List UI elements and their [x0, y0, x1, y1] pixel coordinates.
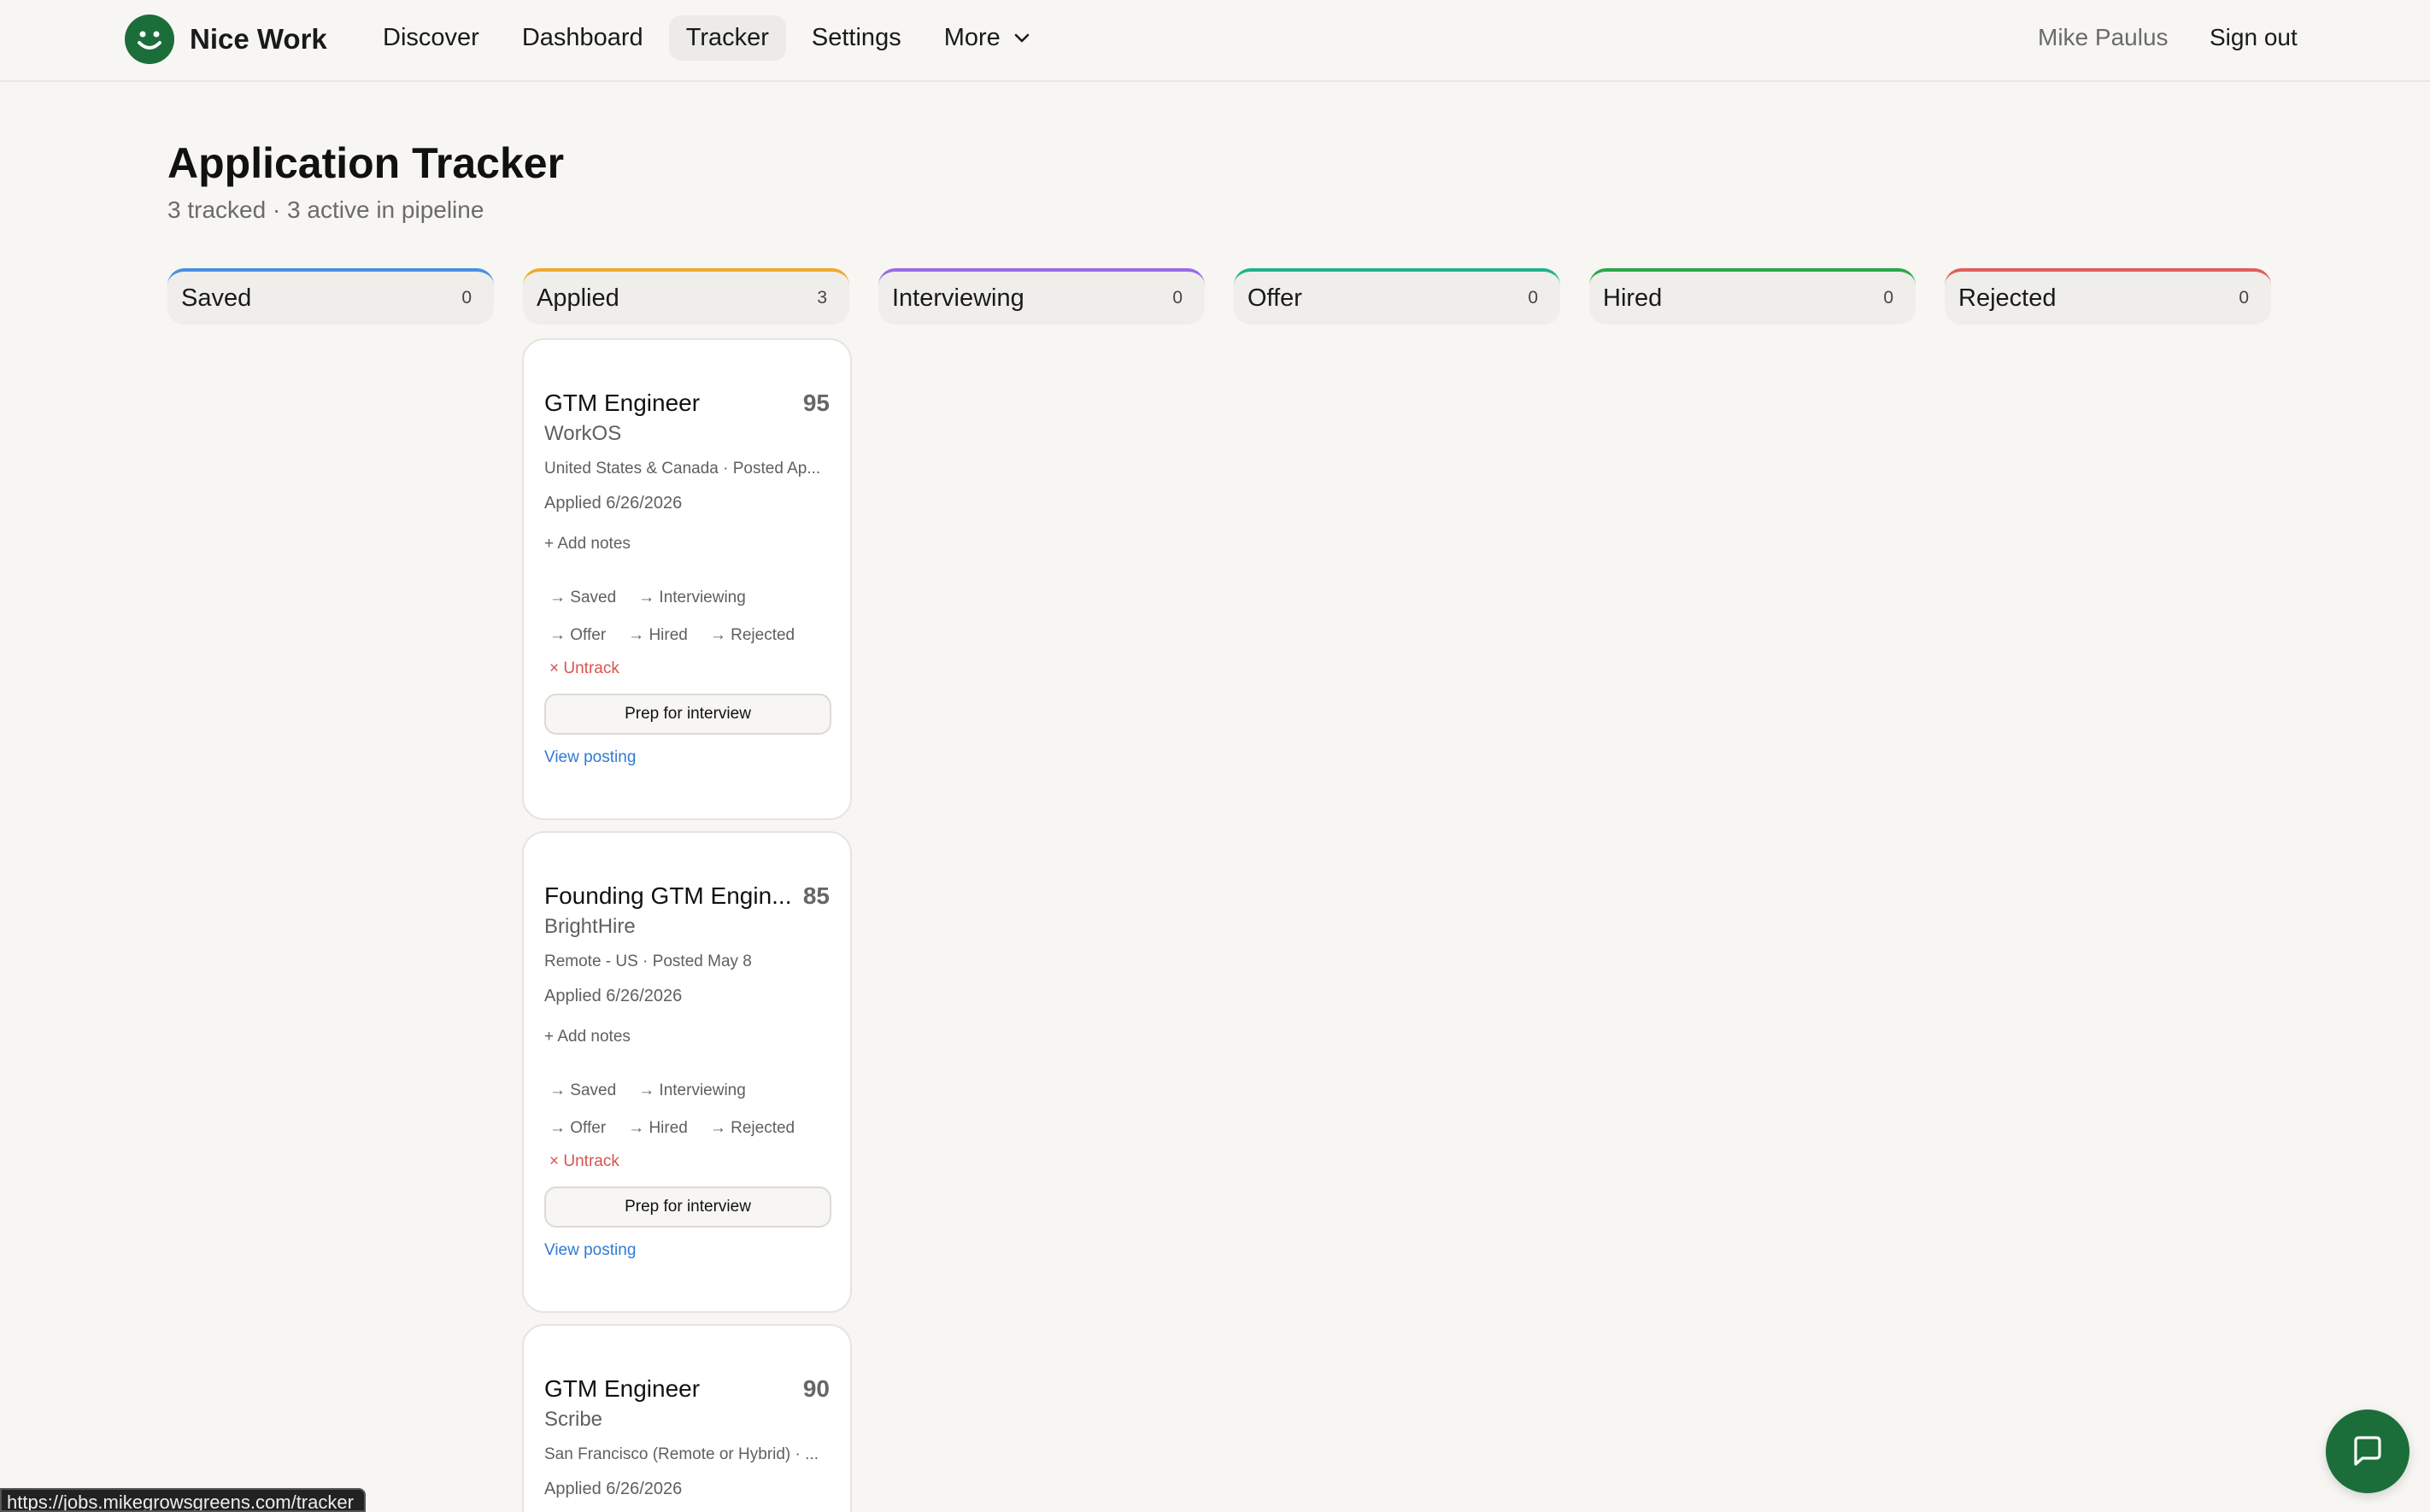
nav-dashboard[interactable]: Dashboard	[505, 15, 660, 61]
nav-tracker[interactable]: Tracker	[668, 15, 786, 61]
user-name: Mike Paulus	[2038, 24, 2169, 50]
column-count: 0	[1528, 288, 1538, 308]
top-navbar: Nice Work Discover Dashboard Tracker Set…	[0, 0, 2430, 82]
move-to-offer[interactable]: → Offer	[549, 1119, 606, 1138]
chevron-down-icon	[1014, 33, 1030, 43]
match-score: 90	[802, 1375, 830, 1402]
move-to-hired[interactable]: → Hired	[628, 1119, 688, 1138]
status-bar-url: https://jobs.mikegrowsgreens.com/tracker	[0, 1488, 366, 1512]
applied-date: Applied 6/26/2026	[544, 494, 683, 513]
move-to-saved[interactable]: → Saved	[549, 589, 616, 607]
column-applied: Applied 3	[523, 268, 849, 325]
job-card[interactable]: GTM Engineer 90 Scribe San Francisco (Re…	[522, 1324, 852, 1512]
sign-out-link[interactable]: Sign out	[2210, 24, 2298, 51]
column-title: Rejected	[1958, 284, 2057, 312]
chat-bubble-icon	[2354, 1436, 2381, 1466]
column-interviewing: Interviewing 0	[878, 268, 1205, 325]
move-actions: → Saved → Interviewing → Offer → Hired →…	[549, 1072, 840, 1147]
column-title: Offer	[1247, 284, 1302, 312]
nav-more[interactable]: More	[927, 15, 1048, 61]
column-hired: Hired 0	[1589, 268, 1916, 325]
move-to-hired[interactable]: → Hired	[628, 626, 688, 645]
page-subtitle: 3 tracked · 3 active in pipeline	[167, 196, 484, 223]
page-title: Application Tracker	[167, 139, 565, 187]
smiley-logo-icon	[125, 15, 174, 64]
job-title: GTM Engineer	[544, 1375, 701, 1402]
brand[interactable]: Nice Work	[125, 14, 327, 65]
prep-for-interview-button[interactable]: Prep for interview	[544, 694, 831, 735]
view-posting-link[interactable]: View posting	[544, 748, 636, 767]
main-nav: Discover Dashboard Tracker Settings More	[366, 14, 1048, 62]
brand-name: Nice Work	[190, 23, 327, 55]
column-title: Applied	[537, 284, 619, 312]
job-card[interactable]: GTM Engineer 95 WorkOS United States & C…	[522, 338, 852, 820]
untrack-link[interactable]: × Untrack	[549, 659, 619, 678]
job-meta: Remote - US · Posted May 8	[544, 952, 752, 970]
move-actions: → Saved → Interviewing → Offer → Hired →…	[549, 579, 840, 654]
applied-date: Applied 6/26/2026	[544, 987, 683, 1005]
add-notes-link[interactable]: + Add notes	[544, 1028, 631, 1046]
company-name: BrightHire	[544, 915, 636, 938]
column-title: Hired	[1603, 284, 1663, 312]
move-to-rejected[interactable]: → Rejected	[710, 626, 795, 645]
job-meta: United States & Canada · Posted Ap...	[544, 460, 821, 478]
company-name: WorkOS	[544, 422, 622, 445]
match-score: 95	[802, 390, 830, 416]
move-to-saved[interactable]: → Saved	[549, 1081, 616, 1100]
view-posting-link[interactable]: View posting	[544, 1241, 636, 1260]
applied-date: Applied 6/26/2026	[544, 1480, 683, 1498]
chat-button[interactable]	[2326, 1409, 2409, 1493]
job-title: GTM Engineer	[544, 390, 701, 416]
column-count: 0	[2239, 288, 2249, 308]
nav-discover[interactable]: Discover	[366, 15, 496, 61]
column-count: 0	[461, 288, 472, 308]
column-title: Saved	[181, 284, 252, 312]
column-rejected: Rejected 0	[1945, 268, 2271, 325]
column-title: Interviewing	[892, 284, 1024, 312]
column-count: 3	[817, 288, 827, 308]
match-score: 85	[802, 882, 830, 909]
column-saved: Saved 0	[167, 268, 494, 325]
move-to-interviewing[interactable]: → Interviewing	[638, 589, 746, 607]
move-to-rejected[interactable]: → Rejected	[710, 1119, 795, 1138]
nav-more-label: More	[943, 23, 1001, 51]
move-to-interviewing[interactable]: → Interviewing	[638, 1081, 746, 1100]
column-offer: Offer 0	[1234, 268, 1560, 325]
move-to-offer[interactable]: → Offer	[549, 626, 606, 645]
job-title: Founding GTM Engin...	[544, 882, 792, 909]
job-meta: San Francisco (Remote or Hybrid) · ...	[544, 1445, 819, 1463]
column-count: 0	[1883, 288, 1893, 308]
prep-for-interview-button[interactable]: Prep for interview	[544, 1187, 831, 1228]
nav-settings[interactable]: Settings	[795, 15, 919, 61]
company-name: Scribe	[544, 1408, 603, 1431]
untrack-link[interactable]: × Untrack	[549, 1152, 619, 1171]
add-notes-link[interactable]: + Add notes	[544, 535, 631, 554]
column-count: 0	[1172, 288, 1183, 308]
job-card[interactable]: Founding GTM Engin... 85 BrightHire Remo…	[522, 831, 852, 1313]
